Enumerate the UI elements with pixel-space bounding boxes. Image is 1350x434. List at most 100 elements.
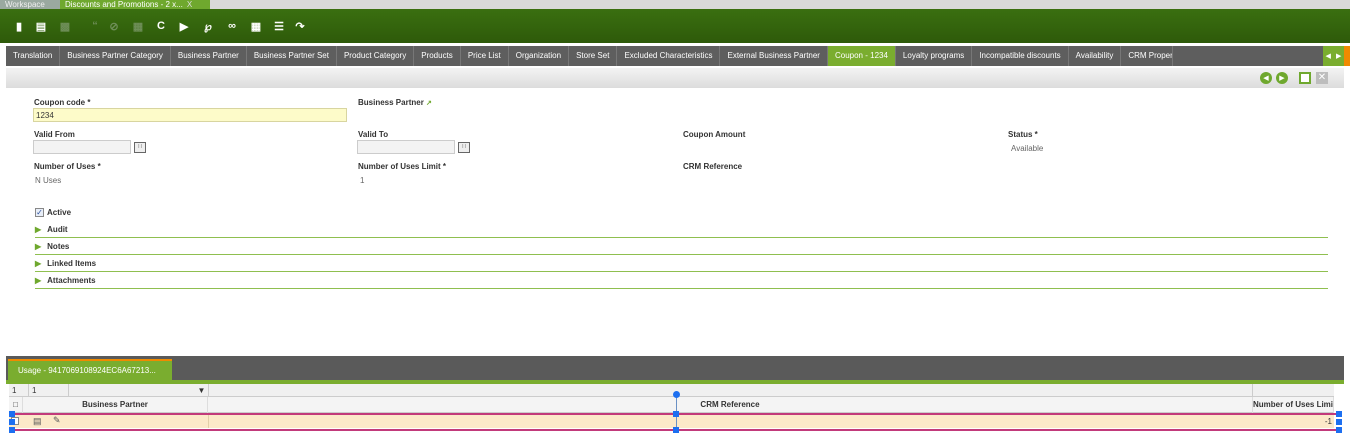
tab-coupon[interactable]: Coupon - 1234 (827, 46, 896, 66)
business-partner-label: Business Partner ↗ (358, 98, 432, 107)
edit-pencil-icon[interactable]: ✎ (53, 415, 61, 426)
tab-scroll-buttons: ◀ ▶ (1323, 46, 1350, 66)
calendar-icon[interactable]: ∷ (458, 142, 470, 153)
tab-scroll-left-icon[interactable]: ◀ (1326, 52, 1331, 60)
open-link-icon[interactable]: ↗ (426, 100, 432, 107)
tab-store-set[interactable]: Store Set (569, 46, 618, 66)
section-notes[interactable]: ▶ Notes (35, 239, 1328, 255)
close-form-icon[interactable]: ✕ (1316, 72, 1328, 84)
tabbar: Translation Business Partner Category Bu… (6, 46, 1350, 66)
close-window-tab-icon[interactable]: X (187, 0, 192, 9)
tab-scroll-right-icon[interactable]: ▶ (1336, 52, 1341, 60)
tab-product-category[interactable]: Product Category (337, 46, 415, 66)
expand-arrow-icon: ▶ (35, 242, 42, 251)
split-view-icon[interactable]: ↷ (292, 17, 308, 35)
status-value: Available (1011, 144, 1044, 153)
workspace-tab[interactable]: Workspace (0, 0, 60, 9)
form-view-icon[interactable]: ▤ (33, 416, 42, 427)
new-row-icon[interactable]: ▤ (33, 17, 49, 35)
print-icon[interactable]: ▦ (248, 17, 264, 35)
rotate-handle[interactable] (673, 391, 680, 398)
section-audit[interactable]: ▶ Audit (35, 222, 1328, 238)
tab-price-list[interactable]: Price List (461, 46, 509, 66)
column-header-crm-reference[interactable]: CRM Reference (208, 397, 1253, 413)
window-tab-label: Discounts and Promotions - 2 x... (65, 0, 183, 9)
attachment-icon[interactable]: ℘ (200, 17, 216, 35)
resize-handle[interactable] (9, 427, 15, 433)
tab-availability[interactable]: Availability (1069, 46, 1122, 66)
section-attachments[interactable]: ▶ Attachments (35, 273, 1328, 289)
filter-cell[interactable] (209, 384, 1253, 397)
toolbar: ▮ ▤ ▩ “ ⊘ ▦ C ▶ ℘ ∞ ▦ ☰ ↷ (0, 9, 1350, 43)
window-tab-discounts[interactable]: Discounts and Promotions - 2 x... X (60, 0, 210, 9)
export-icon[interactable]: ▶ (176, 17, 192, 35)
tab-business-partner[interactable]: Business Partner (171, 46, 247, 66)
tab-excluded-characteristics[interactable]: Excluded Characteristics (617, 46, 721, 66)
section-label: Audit (47, 225, 68, 234)
next-record-icon[interactable]: ▶ (1276, 72, 1288, 84)
link-icon[interactable]: ∞ (224, 17, 240, 35)
number-of-uses-limit-label: Number of Uses Limit * (358, 162, 447, 171)
save-icon[interactable]: ▩ (57, 17, 73, 35)
section-label: Linked Items (47, 259, 97, 268)
calendar-icon[interactable]: ∷ (134, 142, 146, 153)
number-of-uses-label: Number of Uses * (34, 162, 101, 171)
expand-arrow-icon: ▶ (35, 276, 42, 285)
new-document-icon[interactable]: ▮ (11, 17, 27, 35)
number-of-uses-value: N Uses (35, 176, 62, 185)
section-label: Notes (47, 242, 70, 251)
tab-translation[interactable]: Translation (6, 46, 61, 66)
column-header-number-of-uses-limit[interactable]: Number of Uses Limit (1253, 397, 1334, 413)
filter-dropdown-icon[interactable]: ▼ (195, 384, 209, 397)
filter-cell[interactable] (1253, 384, 1334, 397)
valid-from-label: Valid From (34, 130, 75, 139)
tab-business-partner-category[interactable]: Business Partner Category (60, 46, 171, 66)
resize-handle[interactable] (673, 411, 679, 417)
expand-arrow-icon: ▶ (35, 259, 42, 268)
tab-products[interactable]: Products (414, 46, 461, 66)
resize-handle[interactable] (9, 419, 15, 425)
table-row[interactable]: ▤ ✎ -1 (9, 415, 1334, 428)
column-divider (208, 415, 209, 428)
status-label: Status * (1008, 130, 1038, 139)
number-of-uses-limit-value: 1 (360, 176, 365, 185)
valid-to-label: Valid To (358, 130, 389, 139)
filter-cell[interactable]: 1 (29, 384, 69, 397)
previous-record-icon[interactable]: ◀ (1260, 72, 1272, 84)
trash-icon[interactable]: ▦ (130, 17, 146, 35)
active-label: Active (47, 208, 72, 217)
section-label: Attachments (47, 276, 96, 285)
cell-number-of-uses-limit[interactable]: -1 (1325, 417, 1332, 426)
section-linked-items[interactable]: ▶ Linked Items (35, 256, 1328, 272)
grid-filter-row: 1 1 ▼ (9, 384, 1334, 397)
tab-business-partner-set[interactable]: Business Partner Set (247, 46, 337, 66)
tab-menu-indicator[interactable] (1344, 46, 1350, 66)
expand-arrow-icon: ▶ (35, 225, 42, 234)
maximize-icon[interactable] (1299, 72, 1311, 84)
resize-handle[interactable] (673, 427, 679, 433)
valid-to-input[interactable] (357, 140, 455, 154)
resize-handle[interactable] (1336, 427, 1342, 433)
subtab-usage[interactable]: Usage - 9417069108924EC6A67213... (8, 359, 172, 380)
filter-cell[interactable]: 1 (9, 384, 29, 397)
active-checkbox[interactable]: ✓ (35, 208, 44, 217)
coupon-amount-label: Coupon Amount (683, 130, 746, 139)
coupon-code-label: Coupon code * (34, 98, 91, 107)
tab-incompatible-discounts[interactable]: Incompatible discounts (972, 46, 1069, 66)
cancel-icon[interactable]: ⊘ (106, 17, 122, 35)
window-tabbar: Workspace Discounts and Promotions - 2 x… (0, 0, 1350, 9)
filter-cell[interactable] (69, 384, 209, 397)
resize-handle[interactable] (1336, 411, 1342, 417)
grid-toggle-icon[interactable]: ☰ (271, 17, 287, 35)
tab-organization[interactable]: Organization (509, 46, 570, 66)
column-header-business-partner[interactable]: Business Partner (23, 397, 208, 413)
valid-from-input[interactable] (33, 140, 131, 154)
tab-external-business-partner[interactable]: External Business Partner (720, 46, 828, 66)
resize-handle[interactable] (9, 411, 15, 417)
resize-handle[interactable] (1336, 419, 1342, 425)
refresh-icon[interactable]: C (153, 17, 169, 35)
coupon-code-input[interactable]: 1234 (33, 108, 347, 122)
undo-icon[interactable]: “ (87, 17, 103, 35)
tab-loyalty-programs[interactable]: Loyalty programs (896, 46, 973, 66)
tab-crm-property[interactable]: CRM Property (1121, 46, 1174, 66)
